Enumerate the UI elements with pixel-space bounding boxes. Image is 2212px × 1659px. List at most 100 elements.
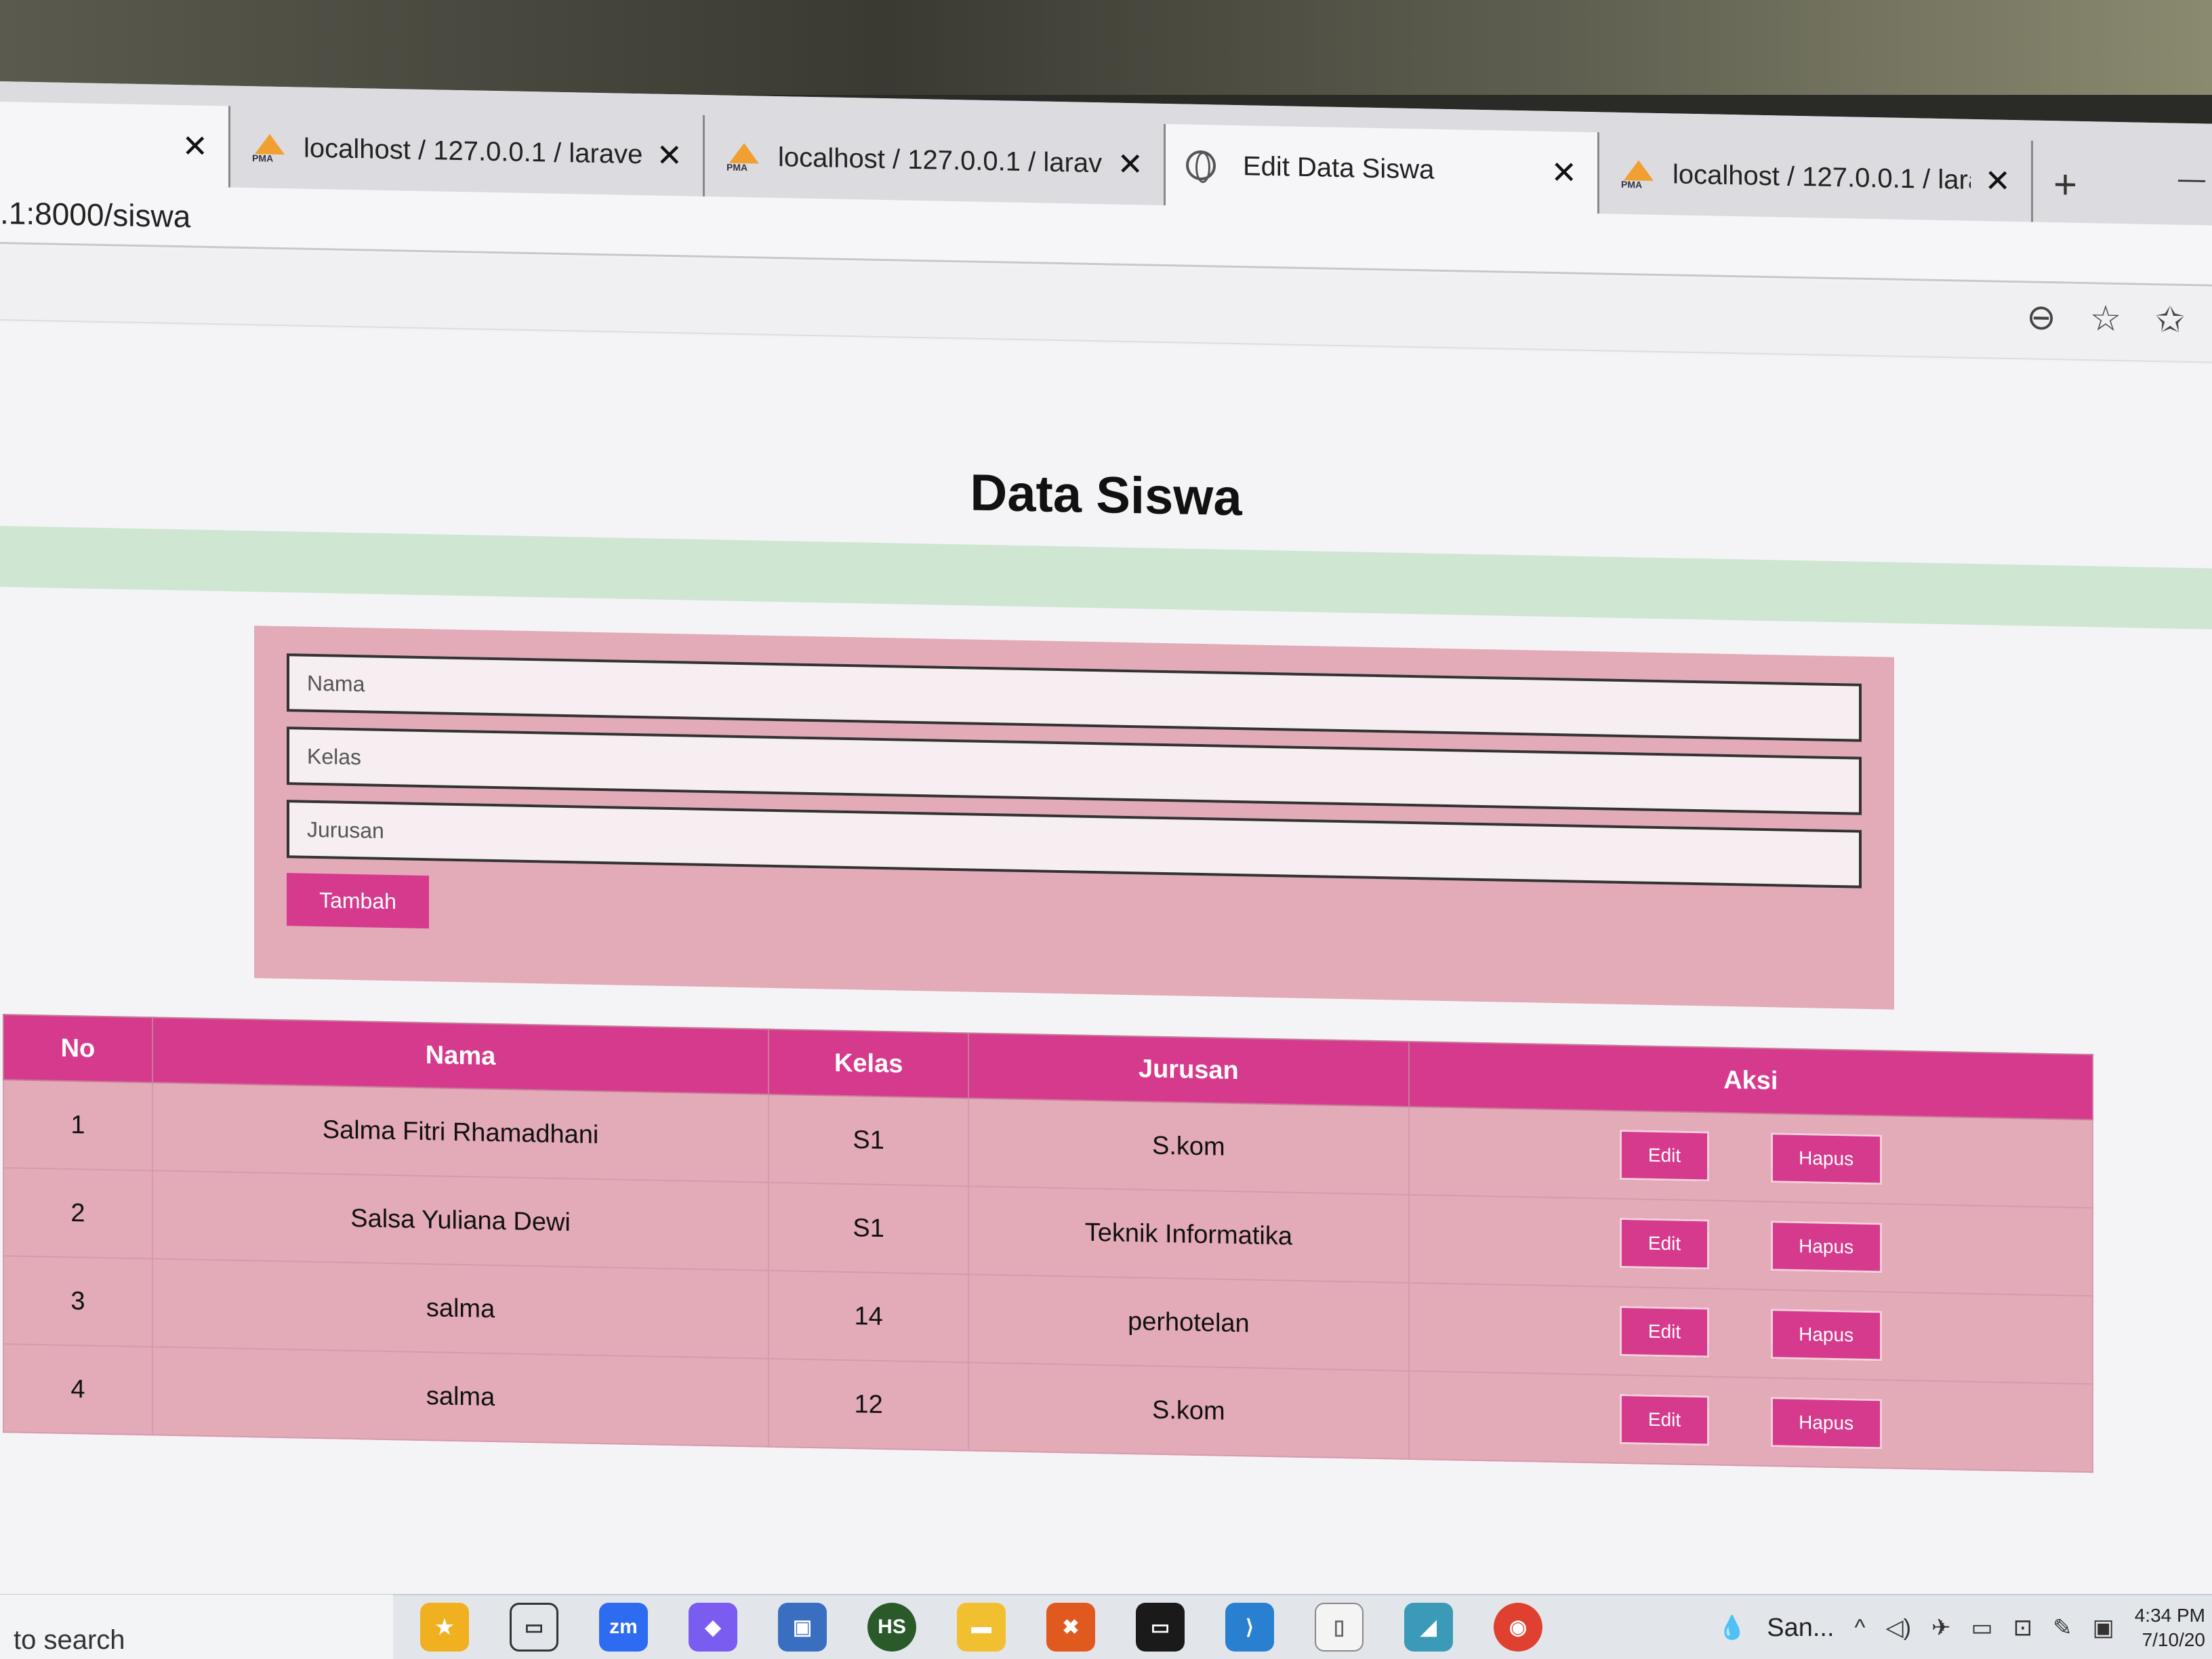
cell-kelas: S1: [769, 1094, 969, 1187]
clock[interactable]: 4:34 PM 7/10/20: [2135, 1603, 2205, 1653]
chrome-icon[interactable]: ◉: [1494, 1603, 1542, 1652]
cell-nama: salma: [152, 1258, 769, 1359]
new-tab-button[interactable]: +: [2053, 161, 2077, 223]
hapus-button[interactable]: Hapus: [1770, 1309, 1882, 1361]
windows-taskbar: to search ★ ▭ zm ◆ ▣ HS ▬ ✖ ▭ ⟩ ▯ ◢ ◉ 💧 …: [0, 1594, 2212, 1659]
tab-title: localhost / 127.0.0.1 / laravel: [778, 142, 1104, 179]
header-kelas: Kelas: [769, 1029, 969, 1099]
notification-icon[interactable]: ▣: [2093, 1614, 2114, 1641]
document-icon[interactable]: ▯: [1315, 1603, 1364, 1652]
tab-title: localhost / 127.0.0.1 / laravel: [1673, 159, 1971, 196]
hapus-button[interactable]: Hapus: [1770, 1221, 1882, 1273]
cell-kelas: 12: [769, 1358, 969, 1451]
hs-label: HS: [878, 1616, 906, 1638]
favorites-icon[interactable]: ✩: [2155, 300, 2185, 341]
edit-button[interactable]: Edit: [1620, 1393, 1710, 1446]
file-explorer-icon[interactable]: ▬: [957, 1603, 1006, 1652]
network-icon[interactable]: ⊡: [2013, 1614, 2033, 1641]
close-tab-icon[interactable]: ✕: [656, 137, 682, 174]
page-title: Data Siswa: [970, 464, 1242, 527]
weather-icon: 💧: [1717, 1615, 1747, 1641]
volume-icon[interactable]: ◁): [1885, 1614, 1910, 1641]
decorative-band: [0, 526, 2212, 630]
cell-nama: Salma Fitri Rhamadhani: [152, 1082, 769, 1183]
xampp-icon[interactable]: ✖: [1046, 1603, 1095, 1652]
close-tab-icon[interactable]: ✕: [1984, 162, 2011, 199]
cell-aksi: Edit Hapus: [1408, 1194, 2093, 1296]
minimize-window-icon[interactable]: —: [2178, 164, 2205, 195]
close-tab-icon[interactable]: ✕: [1117, 146, 1143, 183]
zoom-label: zm: [609, 1616, 638, 1638]
zoom-out-icon[interactable]: ⊖: [2026, 297, 2056, 338]
url-text[interactable]: .1:8000/siswa: [0, 194, 190, 234]
cell-no: 4: [3, 1344, 152, 1435]
edit-button[interactable]: Edit: [1620, 1217, 1710, 1270]
cell-no: 2: [3, 1168, 152, 1259]
cell-nama: salma: [152, 1347, 769, 1447]
battery-icon[interactable]: ▭: [1971, 1614, 1992, 1641]
cell-jurusan: S.kom: [968, 1098, 1409, 1195]
background-room: [0, 0, 2212, 95]
tab-phpmyadmin-3[interactable]: localhost / 127.0.0.1 / laravel ✕: [1599, 132, 2033, 222]
phpmyadmin-icon: [1620, 160, 1656, 188]
header-no: No: [3, 1015, 152, 1083]
clock-date: 7/10/20: [2142, 1629, 2205, 1650]
cell-no: 1: [3, 1080, 152, 1171]
phpmyadmin-icon: [251, 134, 287, 161]
monitor-screen: ✕ localhost / 127.0.0.1 / laravel ✕ loca…: [0, 81, 2212, 1659]
cell-aksi: Edit Hapus: [1408, 1106, 2093, 1208]
cell-aksi: Edit Hapus: [1408, 1370, 2093, 1473]
cell-jurusan: S.kom: [968, 1362, 1409, 1459]
tab-title: Edit Data Siswa: [1243, 150, 1435, 185]
edit-button[interactable]: Edit: [1620, 1305, 1710, 1358]
hapus-button[interactable]: Hapus: [1770, 1132, 1882, 1185]
terminal-icon[interactable]: ▭: [1136, 1603, 1185, 1652]
vscode-icon[interactable]: ⟩: [1225, 1603, 1274, 1652]
airplane-icon[interactable]: ✈: [1931, 1614, 1951, 1641]
zoom-app-icon[interactable]: zm: [599, 1603, 648, 1652]
chevron-up-icon[interactable]: ^: [1855, 1615, 1866, 1641]
phpmyadmin-icon: [725, 143, 762, 171]
bookmark-star-icon[interactable]: ☆: [2090, 298, 2122, 340]
kelas-input[interactable]: [287, 726, 1862, 815]
search-text: to search: [14, 1625, 125, 1655]
clock-time: 4:34 PM: [2134, 1604, 2205, 1626]
add-student-form: Tambah: [254, 626, 1894, 1010]
weather-text[interactable]: San...: [1767, 1614, 1834, 1643]
system-tray: 💧 San... ^ ◁) ✈ ▭ ⊡ ✎ ▣ 4:34 PM 7/10/20: [1718, 1595, 2205, 1659]
tab-edit-data-siswa[interactable]: Edit Data Siswa ✕: [1166, 124, 1599, 214]
cell-jurusan: perhotelan: [968, 1274, 1409, 1371]
widgets-icon[interactable]: ★: [420, 1603, 469, 1652]
globe-icon: [1186, 150, 1216, 181]
toolbar-icons: ⊖ ☆ ✩: [2026, 297, 2185, 340]
pen-icon[interactable]: ✎: [2053, 1614, 2072, 1641]
tab-previous[interactable]: ✕: [0, 102, 230, 188]
edit-button[interactable]: Edit: [1620, 1129, 1710, 1182]
cell-kelas: 14: [769, 1270, 969, 1363]
taskbar-apps: ★ ▭ zm ◆ ▣ HS ▬ ✖ ▭ ⟩ ▯ ◢ ◉: [420, 1603, 1542, 1652]
cell-jurusan: Teknik Informatika: [968, 1186, 1409, 1283]
close-tab-icon[interactable]: ✕: [182, 127, 208, 165]
cell-kelas: S1: [769, 1182, 969, 1275]
header-nama: Nama: [152, 1017, 769, 1094]
tab-phpmyadmin-1[interactable]: localhost / 127.0.0.1 / laravel ✕: [230, 106, 705, 197]
tab-phpmyadmin-2[interactable]: localhost / 127.0.0.1 / laravel ✕: [705, 115, 1166, 206]
cell-no: 3: [3, 1256, 152, 1347]
hs-app-icon[interactable]: HS: [867, 1603, 916, 1652]
notepad-icon[interactable]: ◢: [1404, 1603, 1453, 1652]
close-tab-icon[interactable]: ✕: [1551, 154, 1577, 191]
settings-app-icon[interactable]: ▣: [778, 1603, 827, 1652]
header-jurusan: Jurusan: [968, 1033, 1409, 1107]
jurusan-input[interactable]: [287, 800, 1862, 888]
cell-nama: Salsa Yuliana Dewi: [152, 1170, 769, 1271]
hapus-button[interactable]: Hapus: [1770, 1397, 1882, 1450]
copilot-icon[interactable]: ◆: [689, 1603, 737, 1652]
taskbar-search[interactable]: to search: [0, 1595, 393, 1659]
page-content: Data Siswa Tambah No Nama Kelas Jurusan …: [0, 323, 2212, 1653]
nama-input[interactable]: [287, 653, 1862, 742]
tab-title: localhost / 127.0.0.1 / laravel: [304, 133, 643, 169]
tambah-button[interactable]: Tambah: [287, 873, 429, 929]
student-table: No Nama Kelas Jurusan Aksi 1 Salma Fitri…: [3, 1014, 2093, 1473]
cell-aksi: Edit Hapus: [1408, 1282, 2093, 1385]
task-view-icon[interactable]: ▭: [510, 1603, 558, 1652]
